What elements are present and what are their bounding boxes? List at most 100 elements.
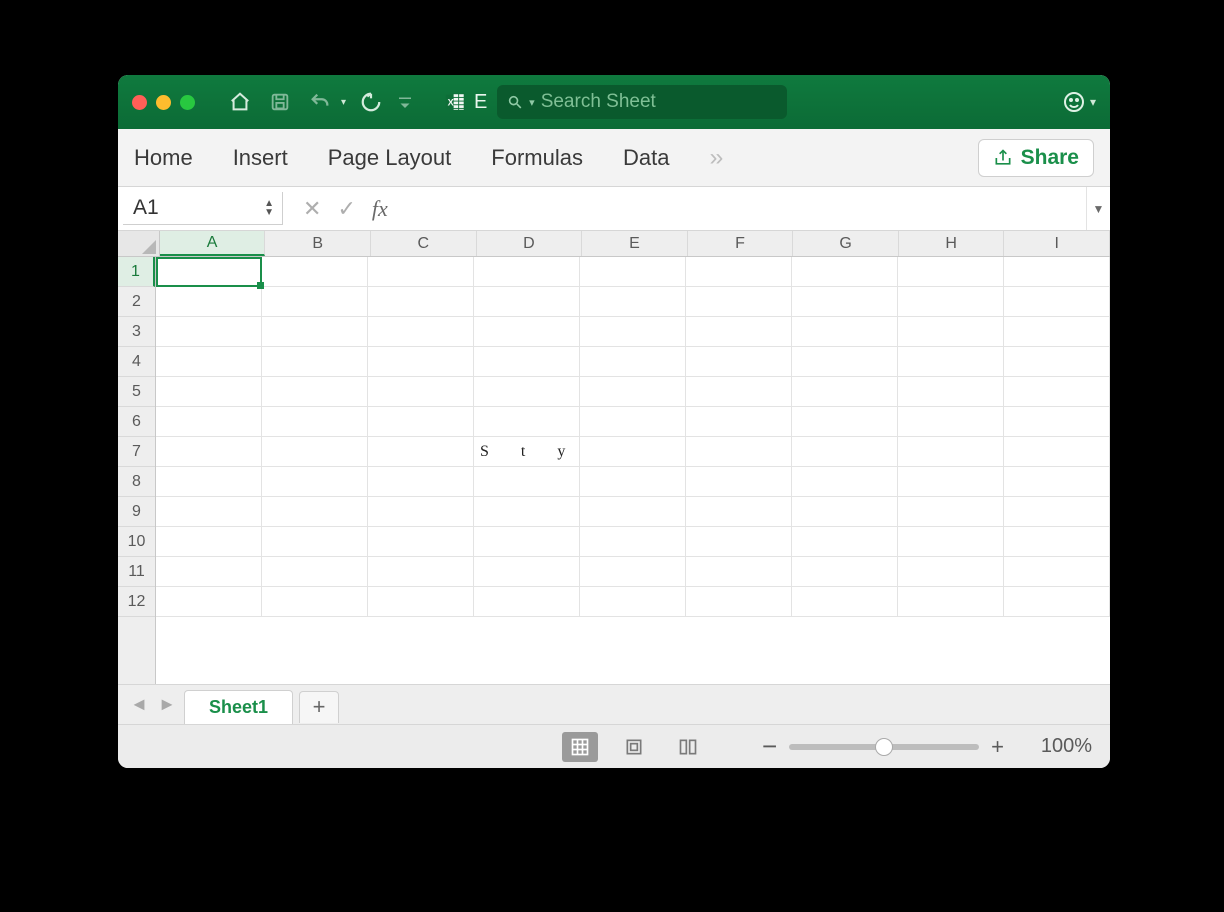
cell-f6[interactable] bbox=[686, 407, 792, 437]
cell-a1[interactable] bbox=[156, 257, 262, 287]
tab-insert[interactable]: Insert bbox=[233, 145, 288, 171]
cell-f4[interactable] bbox=[686, 347, 792, 377]
cell-h7[interactable] bbox=[898, 437, 1004, 467]
cell-b7[interactable] bbox=[262, 437, 368, 467]
column-header-b[interactable]: B bbox=[265, 231, 371, 256]
cell-g3[interactable] bbox=[792, 317, 898, 347]
cell-a3[interactable] bbox=[156, 317, 262, 347]
cell-a4[interactable] bbox=[156, 347, 262, 377]
search-box[interactable]: ▾ bbox=[497, 85, 787, 119]
cell-b6[interactable] bbox=[262, 407, 368, 437]
cell-h10[interactable] bbox=[898, 527, 1004, 557]
cell-h8[interactable] bbox=[898, 467, 1004, 497]
cell-a8[interactable] bbox=[156, 467, 262, 497]
prev-sheet-icon[interactable]: ◄ bbox=[128, 694, 150, 715]
name-box[interactable]: A1 ▲▼ bbox=[123, 192, 283, 225]
cell-f8[interactable] bbox=[686, 467, 792, 497]
cell-b1[interactable] bbox=[262, 257, 368, 287]
cell-e7[interactable] bbox=[580, 437, 686, 467]
cell-f12[interactable] bbox=[686, 587, 792, 617]
fullscreen-window-button[interactable] bbox=[180, 95, 195, 110]
cell-a9[interactable] bbox=[156, 497, 262, 527]
cell-d11[interactable] bbox=[474, 557, 580, 587]
column-header-i[interactable]: I bbox=[1004, 231, 1110, 256]
cell-c10[interactable] bbox=[368, 527, 474, 557]
fx-label[interactable]: fx bbox=[372, 196, 394, 222]
cell-c4[interactable] bbox=[368, 347, 474, 377]
cell-i6[interactable] bbox=[1004, 407, 1110, 437]
row-header-4[interactable]: 4 bbox=[118, 347, 155, 377]
cell-g7[interactable] bbox=[792, 437, 898, 467]
cell-e12[interactable] bbox=[580, 587, 686, 617]
next-sheet-icon[interactable]: ► bbox=[156, 694, 178, 715]
cell-a7[interactable] bbox=[156, 437, 262, 467]
cell-c6[interactable] bbox=[368, 407, 474, 437]
row-header-10[interactable]: 10 bbox=[118, 527, 155, 557]
feedback-button[interactable]: ▾ bbox=[1062, 90, 1096, 114]
formula-input[interactable] bbox=[406, 187, 1086, 230]
tab-formulas[interactable]: Formulas bbox=[491, 145, 583, 171]
cell-h9[interactable] bbox=[898, 497, 1004, 527]
cell-f3[interactable] bbox=[686, 317, 792, 347]
cell-i1[interactable] bbox=[1004, 257, 1110, 287]
cell-i12[interactable] bbox=[1004, 587, 1110, 617]
cell-h5[interactable] bbox=[898, 377, 1004, 407]
zoom-slider-thumb[interactable] bbox=[875, 738, 893, 756]
cell-e5[interactable] bbox=[580, 377, 686, 407]
cell-b9[interactable] bbox=[262, 497, 368, 527]
zoom-level-label[interactable]: 100% bbox=[1022, 735, 1092, 758]
cell-b10[interactable] bbox=[262, 527, 368, 557]
cell-c8[interactable] bbox=[368, 467, 474, 497]
column-header-c[interactable]: C bbox=[371, 231, 477, 256]
cell-c3[interactable] bbox=[368, 317, 474, 347]
cell-g11[interactable] bbox=[792, 557, 898, 587]
cell-h12[interactable] bbox=[898, 587, 1004, 617]
cell-h3[interactable] bbox=[898, 317, 1004, 347]
cell-d2[interactable] bbox=[474, 287, 580, 317]
cell-e2[interactable] bbox=[580, 287, 686, 317]
cell-i2[interactable] bbox=[1004, 287, 1110, 317]
row-header-6[interactable]: 6 bbox=[118, 407, 155, 437]
expand-formula-bar-icon[interactable]: ▼ bbox=[1086, 187, 1110, 230]
cell-i3[interactable] bbox=[1004, 317, 1110, 347]
cell-e1[interactable] bbox=[580, 257, 686, 287]
share-button[interactable]: Share bbox=[978, 139, 1094, 177]
cell-f1[interactable] bbox=[686, 257, 792, 287]
cell-i4[interactable] bbox=[1004, 347, 1110, 377]
cell-a12[interactable] bbox=[156, 587, 262, 617]
minimize-window-button[interactable] bbox=[156, 95, 171, 110]
normal-view-button[interactable] bbox=[562, 732, 598, 762]
cell-g1[interactable] bbox=[792, 257, 898, 287]
cell-a11[interactable] bbox=[156, 557, 262, 587]
cell-a2[interactable] bbox=[156, 287, 262, 317]
cell-d9[interactable] bbox=[474, 497, 580, 527]
cell-a10[interactable] bbox=[156, 527, 262, 557]
column-header-e[interactable]: E bbox=[582, 231, 688, 256]
cell-c11[interactable] bbox=[368, 557, 474, 587]
cell-e11[interactable] bbox=[580, 557, 686, 587]
cell-c9[interactable] bbox=[368, 497, 474, 527]
cell-i10[interactable] bbox=[1004, 527, 1110, 557]
search-dropdown-icon[interactable]: ▾ bbox=[529, 96, 535, 109]
cell-a5[interactable] bbox=[156, 377, 262, 407]
cell-i11[interactable] bbox=[1004, 557, 1110, 587]
cell-e3[interactable] bbox=[580, 317, 686, 347]
redo-icon[interactable] bbox=[356, 87, 386, 117]
cell-b11[interactable] bbox=[262, 557, 368, 587]
cell-b5[interactable] bbox=[262, 377, 368, 407]
close-window-button[interactable] bbox=[132, 95, 147, 110]
add-sheet-button[interactable]: + bbox=[299, 691, 339, 723]
cell-d4[interactable] bbox=[474, 347, 580, 377]
cell-h1[interactable] bbox=[898, 257, 1004, 287]
row-header-3[interactable]: 3 bbox=[118, 317, 155, 347]
more-tabs-icon[interactable]: ›› bbox=[709, 144, 721, 172]
cell-i7[interactable] bbox=[1004, 437, 1110, 467]
row-header-7[interactable]: 7 bbox=[118, 437, 155, 467]
select-all-corner[interactable] bbox=[118, 231, 160, 256]
column-header-h[interactable]: H bbox=[899, 231, 1005, 256]
cell-b4[interactable] bbox=[262, 347, 368, 377]
cell-g2[interactable] bbox=[792, 287, 898, 317]
undo-icon[interactable] bbox=[305, 87, 335, 117]
cell-i8[interactable] bbox=[1004, 467, 1110, 497]
cell-d3[interactable] bbox=[474, 317, 580, 347]
